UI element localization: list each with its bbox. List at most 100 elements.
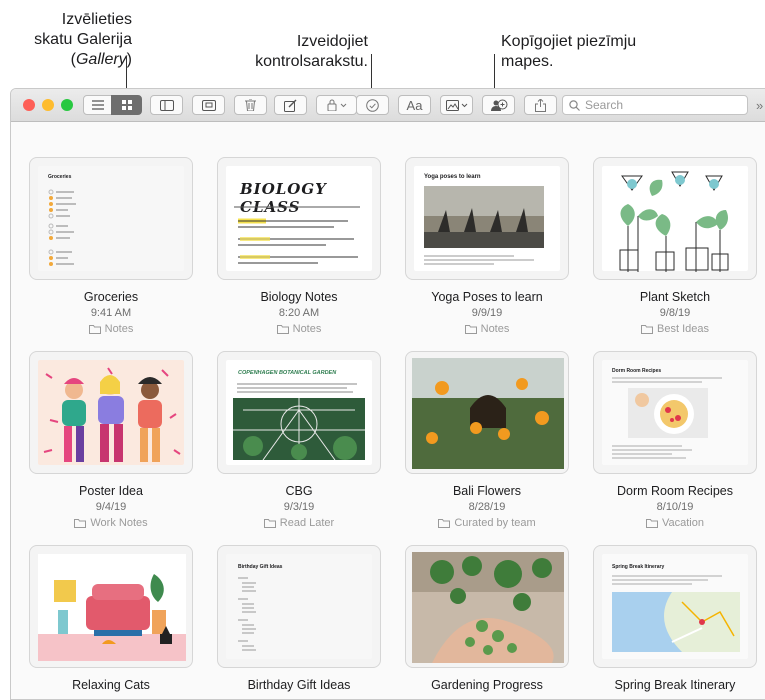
recipe-photo xyxy=(612,377,722,459)
flowers-photo xyxy=(412,358,564,469)
folder-name: Work Notes xyxy=(90,517,148,529)
text-lines xyxy=(238,577,256,651)
cats-illustration xyxy=(38,554,186,661)
note-date: 9:41 AM xyxy=(90,307,132,319)
note-thumbnail xyxy=(412,358,564,469)
callout-checklist-line-2: kontrolsarakstu. xyxy=(255,53,368,70)
note-title: Gardening Progress xyxy=(431,678,543,692)
cbg-photo xyxy=(233,383,365,460)
text-lines xyxy=(424,255,534,265)
collaborate-button[interactable] xyxy=(482,95,515,115)
folder-icon xyxy=(88,324,101,334)
compose-button[interactable] xyxy=(274,95,307,115)
thumbnail-heading: Spring Break Itinerary xyxy=(612,564,665,570)
minimize-button[interactable] xyxy=(42,99,54,111)
note-thumbnail: Groceries xyxy=(38,166,184,271)
note-date: 9/3/19 xyxy=(283,501,315,513)
note-card-cbg[interactable]: COPENHAGEN BOTANICAL GARDEN xyxy=(217,351,381,474)
collaborate-icon xyxy=(490,99,507,111)
checklist-button[interactable] xyxy=(356,95,389,115)
callout-gallery-line-3: (Gallery) xyxy=(70,51,132,68)
attachments-button[interactable] xyxy=(192,95,225,115)
note-title: Dorm Room Recipes xyxy=(616,484,733,498)
list-view-button[interactable] xyxy=(83,95,112,115)
callout-gallery-line-1: Izvēlieties xyxy=(61,11,132,28)
note-card-gardening-progress[interactable] xyxy=(405,545,569,668)
note-card-spring-break-itinerary[interactable]: Spring Break Itinerary xyxy=(593,545,757,668)
note-thumbnail: BIOLOGY CLASS xyxy=(226,166,372,271)
zoom-button[interactable] xyxy=(61,99,73,111)
search-icon xyxy=(569,99,580,111)
note-thumbnail xyxy=(602,166,748,272)
plant-drawing xyxy=(619,171,729,272)
delete-button[interactable] xyxy=(234,95,267,115)
attachments-icon xyxy=(201,99,216,111)
note-folder: Curated by team xyxy=(392,517,582,529)
note-folder: Notes xyxy=(392,323,582,335)
note-card-biology-notes[interactable]: BIOLOGY CLASS xyxy=(217,157,381,280)
trash-icon xyxy=(245,99,256,111)
folder-name: Vacation xyxy=(662,517,704,529)
gallery-view-button[interactable] xyxy=(111,95,142,115)
callout-checklist-line-1: Izveidojiet xyxy=(296,33,368,50)
folder-name: Notes xyxy=(480,323,510,335)
folder-icon xyxy=(263,518,276,528)
lock-button[interactable] xyxy=(316,95,357,115)
media-icon xyxy=(445,99,467,111)
callout-gallery-line-2: skatu Galerija xyxy=(34,31,132,48)
callout-gallery: Izvēlieties skatu Galerija (Gallery) xyxy=(0,10,132,70)
note-folder: Notes xyxy=(204,323,394,335)
note-thumbnail xyxy=(412,552,564,663)
note-title: Biology Notes xyxy=(260,290,338,304)
note-title: Bali Flowers xyxy=(452,484,522,498)
thumbnail-heading: COPENHAGEN BOTANICAL GARDEN xyxy=(238,370,337,376)
note-card-birthday-gift-ideas[interactable]: Birthday Gift Ideas xyxy=(217,545,381,668)
note-date: 8/28/19 xyxy=(468,501,506,513)
format-button[interactable]: Aa xyxy=(398,95,431,115)
lock-icon xyxy=(327,99,346,111)
note-title: CBG xyxy=(285,484,313,498)
note-card-poster-idea[interactable] xyxy=(29,351,193,474)
search-placeholder: Search xyxy=(585,98,624,112)
folder-name: Curated by team xyxy=(454,517,536,529)
notes-window: Aa Search » Groceries BIOLOGY CLASS Yoga… xyxy=(10,88,765,700)
note-thumbnail xyxy=(38,554,186,661)
note-title: Plant Sketch xyxy=(639,290,711,304)
note-date: 9/9/19 xyxy=(471,307,503,319)
note-card-plant-sketch[interactable] xyxy=(593,157,757,280)
note-card-dorm-room-recipes[interactable]: Dorm Room Recipes xyxy=(593,351,757,474)
folder-name: Read Later xyxy=(279,517,335,529)
share-button[interactable] xyxy=(524,95,557,115)
folder-name: Notes xyxy=(104,323,134,335)
note-title: Groceries xyxy=(83,290,139,304)
sidebar-button[interactable] xyxy=(150,95,183,115)
note-date: 9/4/19 xyxy=(95,501,127,513)
note-card-bali-flowers[interactable] xyxy=(405,351,569,474)
callout-share: Kopīgojiet piezīmju mapes. xyxy=(501,32,681,72)
folder-icon xyxy=(641,324,653,334)
note-title: Yoga Poses to learn xyxy=(431,290,543,304)
notes-gallery: Groceries BIOLOGY CLASS Yoga poses to le… xyxy=(11,122,765,699)
note-thumbnail xyxy=(38,360,184,465)
note-date: 8:20 AM xyxy=(278,307,320,319)
toolbar-overflow-button[interactable]: » xyxy=(756,98,763,113)
handwriting-thumbnail xyxy=(234,206,360,264)
note-thumbnail: COPENHAGEN BOTANICAL GARDEN xyxy=(226,360,372,465)
note-thumbnail: Birthday Gift Ideas xyxy=(226,554,372,659)
checklist-icon xyxy=(366,98,379,112)
close-button[interactable] xyxy=(23,99,35,111)
folder-name: Notes xyxy=(292,323,322,335)
note-card-groceries[interactable]: Groceries xyxy=(29,157,193,280)
gallery-view-icon xyxy=(121,100,132,110)
note-folder: Vacation xyxy=(580,517,765,529)
sidebar-icon xyxy=(159,99,174,111)
media-button[interactable] xyxy=(440,95,473,115)
search-field[interactable]: Search xyxy=(562,95,748,115)
note-folder: Best Ideas xyxy=(580,323,765,335)
callout-share-line-1: Kopīgojiet piezīmju xyxy=(501,33,637,50)
list-view-icon xyxy=(91,100,104,110)
note-card-yoga-poses[interactable]: Yoga poses to learn xyxy=(405,157,569,280)
note-card-relaxing-cats[interactable] xyxy=(29,545,193,668)
toolbar: Aa Search » xyxy=(11,89,765,122)
folder-icon xyxy=(438,518,451,528)
